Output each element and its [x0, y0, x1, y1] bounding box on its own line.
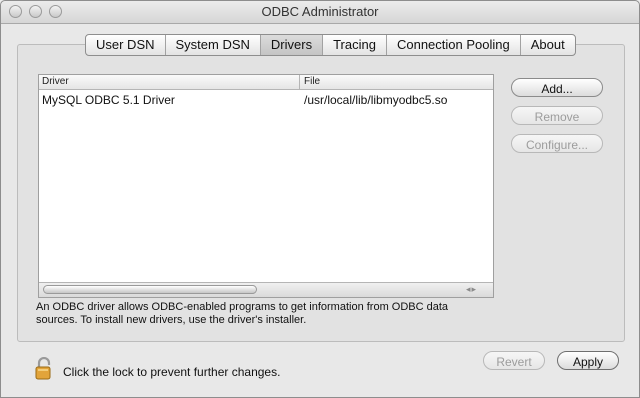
title-bar[interactable]: ODBC Administrator	[1, 1, 639, 24]
apply-button[interactable]: Apply	[557, 351, 619, 370]
help-text: An ODBC driver allows ODBC-enabled progr…	[36, 301, 449, 326]
configure-driver-button[interactable]: Configure...	[511, 134, 603, 153]
table-header: Driver File	[39, 75, 493, 90]
scrollbar-thumb[interactable]	[43, 285, 257, 294]
column-header-file[interactable]: File	[304, 76, 320, 87]
add-driver-button[interactable]: Add...	[511, 78, 603, 97]
open-padlock-icon[interactable]	[35, 357, 55, 381]
window: ODBC Administrator Driver File MySQL ODB…	[0, 0, 640, 398]
column-divider[interactable]	[299, 75, 300, 89]
tab-system-dsn[interactable]: System DSN	[166, 35, 261, 55]
tab-connection-pooling[interactable]: Connection Pooling	[387, 35, 521, 55]
lock-message: Click the lock to prevent further change…	[63, 365, 281, 379]
cell-driver-name: MySQL ODBC 5.1 Driver	[42, 93, 175, 107]
window-title: ODBC Administrator	[261, 4, 379, 19]
tab-tracing[interactable]: Tracing	[323, 35, 387, 55]
table-row[interactable]: MySQL ODBC 5.1 Driver /usr/local/lib/lib…	[39, 92, 493, 108]
remove-driver-button[interactable]: Remove	[511, 106, 603, 125]
horizontal-scrollbar[interactable]: ◂▸	[39, 282, 493, 297]
drivers-table[interactable]: Driver File MySQL ODBC 5.1 Driver /usr/l…	[38, 74, 494, 298]
tab-drivers[interactable]: Drivers	[260, 35, 324, 55]
tab-about[interactable]: About	[521, 35, 575, 55]
revert-button[interactable]: Revert	[483, 351, 545, 370]
scroll-arrows-icon[interactable]: ◂▸	[466, 284, 477, 295]
column-header-driver[interactable]: Driver	[42, 76, 69, 87]
tab-user-dsn[interactable]: User DSN	[86, 35, 166, 55]
tab-content-panel: Driver File MySQL ODBC 5.1 Driver /usr/l…	[17, 44, 625, 342]
cell-driver-file: /usr/local/lib/libmyodbc5.so	[304, 93, 448, 107]
tab-bar: User DSN System DSN Drivers Tracing Conn…	[85, 34, 576, 56]
